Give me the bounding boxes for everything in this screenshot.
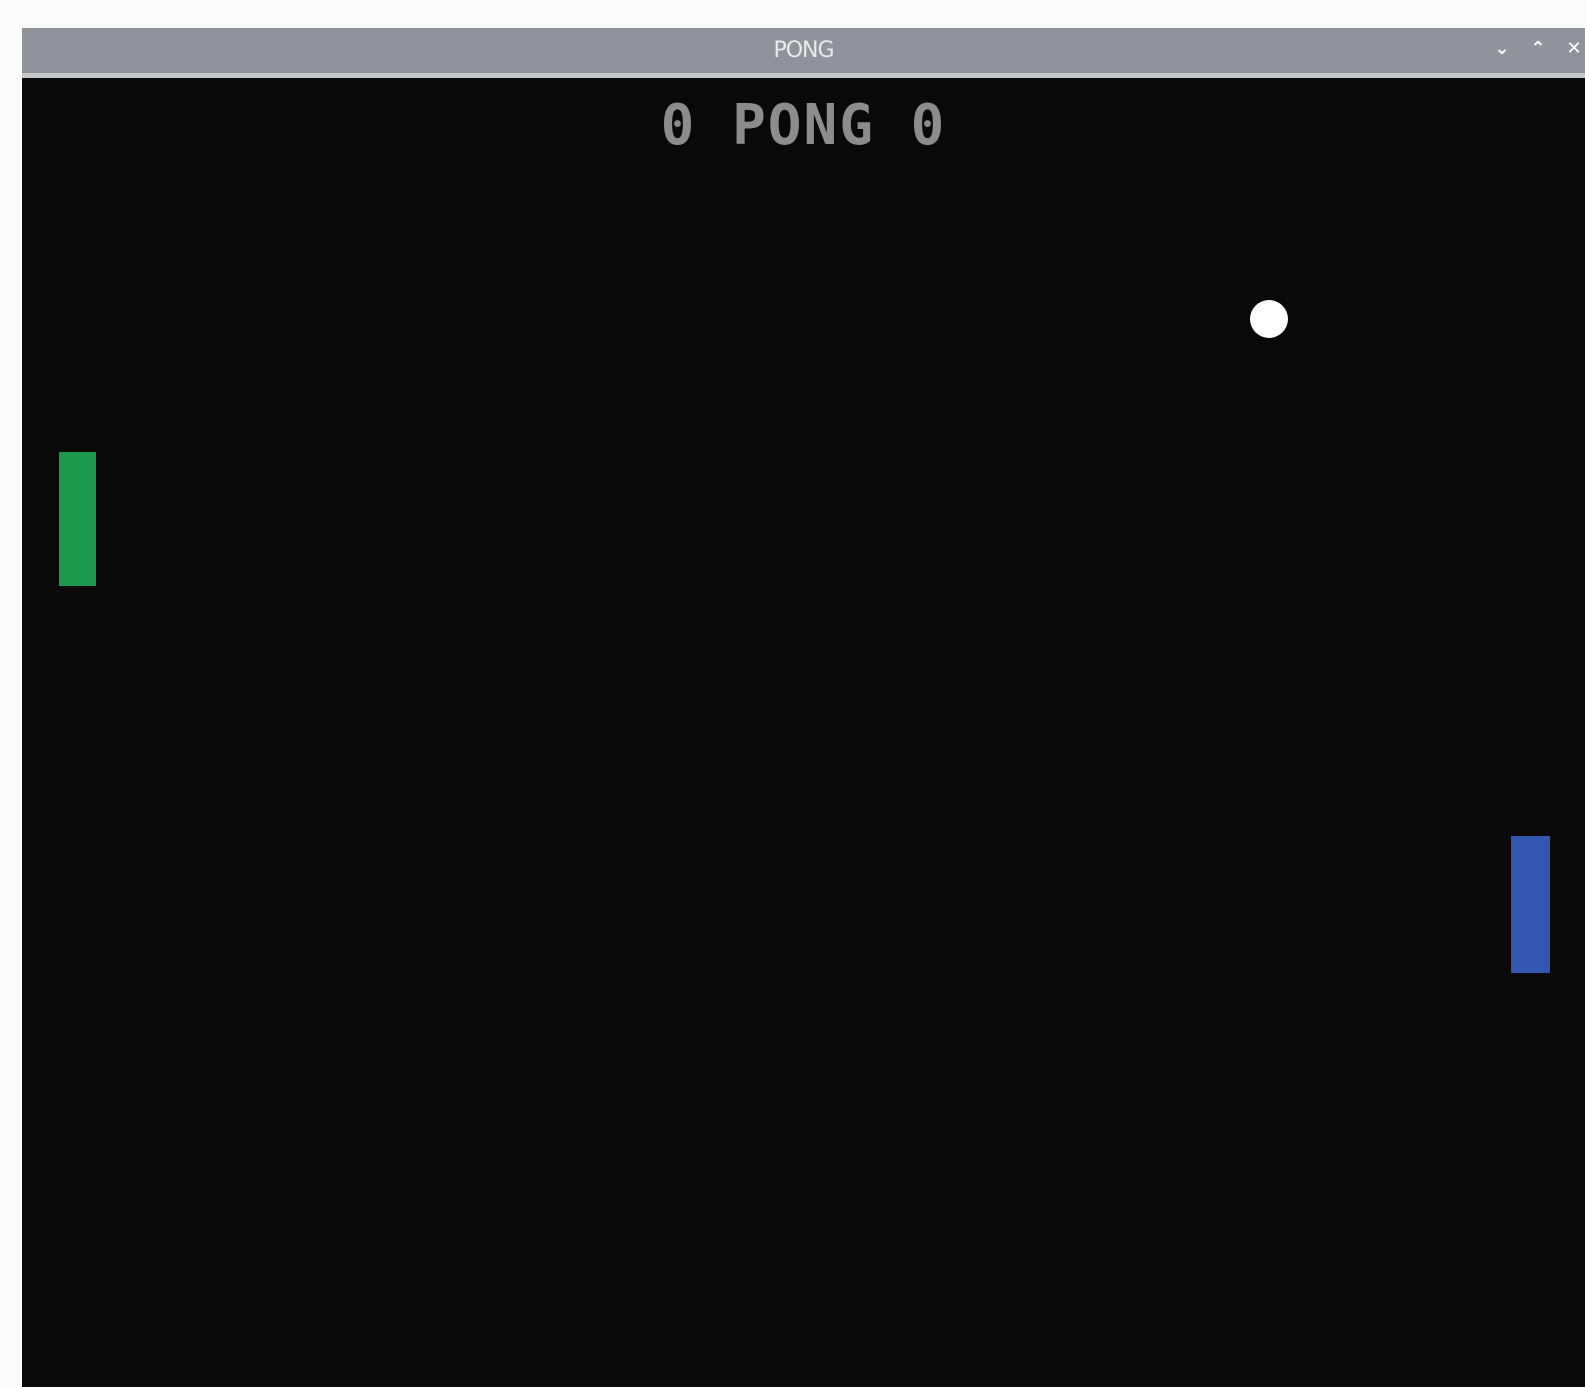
window-titlebar[interactable]: PONG ⌄ ⌃ ✕ bbox=[22, 28, 1585, 78]
chevron-down-icon[interactable]: ⌄ bbox=[1491, 38, 1513, 59]
pong-window: PONG ⌄ ⌃ ✕ 0 PONG 0 bbox=[22, 28, 1585, 1387]
right-paddle bbox=[1511, 836, 1550, 973]
close-icon[interactable]: ✕ bbox=[1563, 38, 1585, 59]
left-paddle bbox=[59, 452, 96, 586]
right-score: 0 bbox=[910, 93, 947, 158]
game-title: PONG bbox=[732, 93, 875, 158]
chevron-up-icon[interactable]: ⌃ bbox=[1527, 38, 1549, 59]
ball bbox=[1250, 300, 1288, 338]
scoreboard: 0 PONG 0 bbox=[22, 93, 1585, 158]
game-canvas[interactable]: 0 PONG 0 bbox=[22, 78, 1585, 1387]
left-score: 0 bbox=[660, 93, 697, 158]
window-controls: ⌄ ⌃ ✕ bbox=[1491, 38, 1585, 59]
window-title: PONG bbox=[773, 38, 834, 63]
